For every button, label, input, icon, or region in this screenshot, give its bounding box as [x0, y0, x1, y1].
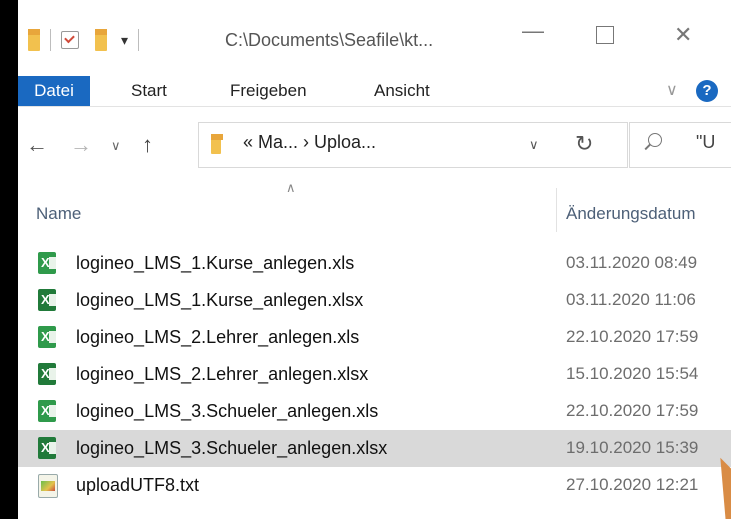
- excel-file-icon: [38, 289, 56, 311]
- excel-file-icon: [38, 400, 56, 422]
- tab-start[interactable]: Start: [131, 76, 167, 106]
- search-icon: [648, 133, 662, 147]
- file-date: 19.10.2020 15:39: [566, 438, 699, 457]
- sort-ascending-icon: ∧: [286, 180, 296, 195]
- excel-file-icon: [38, 252, 56, 274]
- file-row[interactable]: logineo_LMS_1.Kurse_anlegen.xlsx 03.11.2…: [18, 282, 731, 319]
- excel-file-icon: [38, 437, 56, 459]
- explorer-window: ▾ C:\Documents\Seafile\kt... — ✕ Datei S…: [18, 0, 731, 519]
- new-folder-icon[interactable]: [95, 29, 107, 51]
- folder-icon: [28, 29, 40, 51]
- file-date: 03.11.2020 11:06: [566, 290, 696, 309]
- close-button[interactable]: ✕: [674, 22, 692, 48]
- quick-access-toolbar: ▾: [28, 26, 149, 54]
- file-name: logineo_LMS_1.Kurse_anlegen.xls: [76, 253, 355, 273]
- separator: [50, 29, 51, 51]
- file-row[interactable]: logineo_LMS_2.Lehrer_anlegen.xlsx 15.10.…: [18, 356, 731, 393]
- file-list: logineo_LMS_1.Kurse_anlegen.xls 03.11.20…: [18, 245, 731, 504]
- search-box[interactable]: "U: [629, 122, 731, 168]
- file-row[interactable]: logineo_LMS_3.Schueler_anlegen.xls 22.10…: [18, 393, 731, 430]
- back-arrow-icon[interactable]: ←: [26, 132, 48, 158]
- navigation-bar: ← → ∨ ↑ « Ma... › Uploa... ∨ ↻ "U: [18, 118, 731, 172]
- file-row[interactable]: logineo_LMS_1.Kurse_anlegen.xls 03.11.20…: [18, 245, 731, 282]
- text-file-icon: [38, 474, 58, 498]
- column-divider[interactable]: [556, 188, 557, 232]
- minimize-button[interactable]: —: [522, 18, 544, 44]
- tab-datei[interactable]: Datei: [18, 76, 90, 106]
- file-name: logineo_LMS_3.Schueler_anlegen.xls: [76, 401, 379, 421]
- folder-icon: [211, 134, 223, 154]
- tab-freigeben[interactable]: Freigeben: [230, 76, 307, 106]
- file-row[interactable]: uploadUTF8.txt 27.10.2020 12:21: [18, 467, 731, 504]
- separator: [138, 29, 140, 51]
- properties-icon[interactable]: [61, 31, 79, 49]
- help-icon[interactable]: ?: [696, 80, 718, 102]
- address-bar[interactable]: « Ma... › Uploa... ∨ ↻: [198, 122, 628, 168]
- address-path[interactable]: « Ma... › Uploa...: [243, 132, 376, 153]
- excel-file-icon: [38, 363, 56, 385]
- file-row-selected[interactable]: logineo_LMS_3.Schueler_anlegen.xlsx 19.1…: [18, 430, 731, 467]
- refresh-icon[interactable]: ↻: [575, 131, 593, 157]
- file-name: logineo_LMS_3.Schueler_anlegen.xlsx: [76, 438, 388, 458]
- maximize-button[interactable]: [596, 26, 614, 44]
- file-date: 27.10.2020 12:21: [566, 475, 699, 494]
- window-title-path: C:\Documents\Seafile\kt...: [225, 30, 434, 50]
- excel-file-icon: [38, 326, 56, 348]
- expand-ribbon-icon[interactable]: ∨: [666, 80, 678, 100]
- title-bar: ▾ C:\Documents\Seafile\kt... — ✕: [18, 0, 731, 76]
- file-name: logineo_LMS_1.Kurse_anlegen.xlsx: [76, 290, 364, 310]
- file-name: uploadUTF8.txt: [76, 475, 200, 495]
- tab-ansicht[interactable]: Ansicht: [374, 76, 430, 106]
- column-header-name[interactable]: Name: [36, 194, 81, 234]
- file-date: 15.10.2020 15:54: [566, 364, 699, 383]
- column-header-date[interactable]: Änderungsdatum: [566, 194, 695, 234]
- address-dropdown-icon[interactable]: ∨: [529, 137, 539, 153]
- file-date: 03.11.2020 08:49: [566, 253, 698, 272]
- file-name: logineo_LMS_2.Lehrer_anlegen.xlsx: [76, 364, 369, 384]
- file-date: 22.10.2020 17:59: [566, 327, 699, 346]
- up-arrow-icon[interactable]: ↑: [142, 132, 153, 158]
- file-date: 22.10.2020 17:59: [566, 401, 699, 420]
- file-name: logineo_LMS_2.Lehrer_anlegen.xls: [76, 327, 360, 347]
- recent-locations-icon[interactable]: ∨: [111, 138, 121, 154]
- file-row[interactable]: logineo_LMS_2.Lehrer_anlegen.xls 22.10.2…: [18, 319, 731, 356]
- ribbon-tabs: Datei Start Freigeben Ansicht ∨ ?: [18, 76, 731, 107]
- customize-toolbar-icon[interactable]: ▾: [121, 32, 128, 49]
- search-input[interactable]: "U: [696, 132, 715, 153]
- forward-arrow-icon[interactable]: →: [70, 132, 92, 158]
